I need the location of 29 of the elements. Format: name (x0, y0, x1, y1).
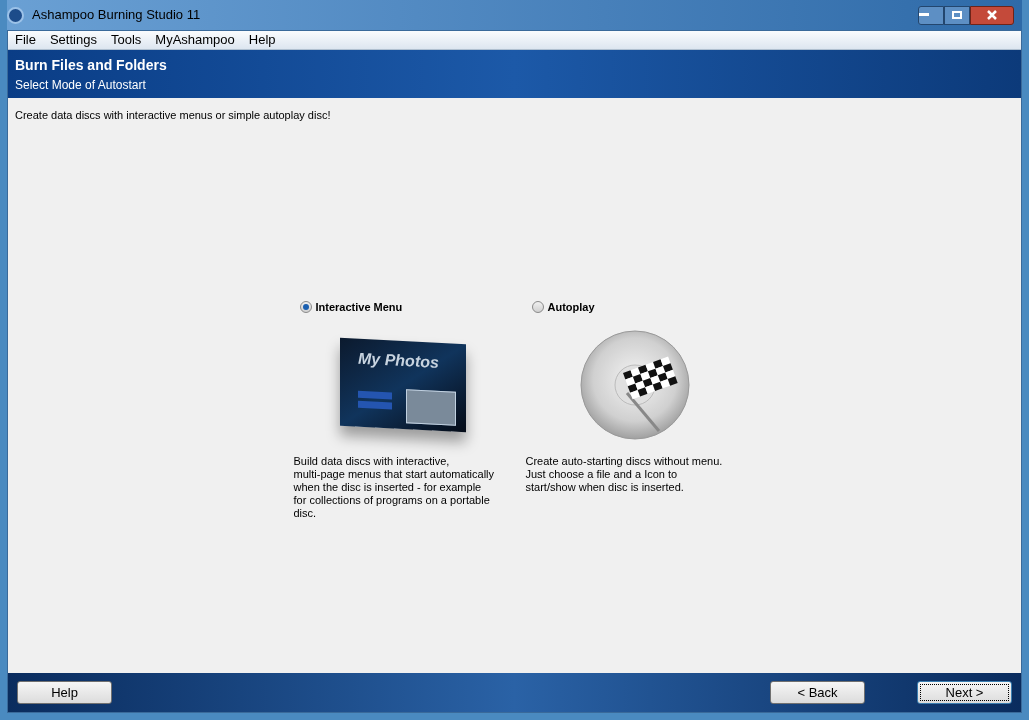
minimize-icon (919, 13, 929, 17)
preview-bars-drawing (357, 390, 392, 411)
menu-item[interactable]: Tools (110, 30, 142, 50)
header-subtitle: Select Mode of Autostart (15, 76, 147, 94)
minimize-button[interactable] (918, 5, 944, 25)
back-button[interactable]: < Back (770, 681, 865, 704)
menu-item[interactable]: Settings (49, 30, 97, 50)
option-label[interactable]: Autoplay (547, 298, 595, 315)
app-icon (7, 6, 24, 24)
option-description: Create auto-starting discs without menu. Just choose a file and a Icon to start/show when disc is inserted. (525, 455, 724, 494)
preview-title: My Photos (357, 348, 439, 373)
header-title: Burn Files and Folders (15, 55, 168, 75)
photo-placeholder (405, 389, 456, 426)
disc-flag-icon (578, 329, 691, 441)
close-icon (987, 10, 997, 20)
option-description: Build data discs with interactive, multi-page menus that start automatically when the disc is inserted - for example for collections of programs on a portable disc. (293, 455, 496, 520)
maximize-icon (952, 11, 962, 19)
radio-button[interactable] (531, 300, 544, 313)
maximize-button[interactable] (944, 5, 970, 25)
next-button[interactable]: Next > (917, 681, 1012, 704)
menu-item[interactable]: File (15, 30, 36, 50)
menu-item[interactable]: Help (248, 30, 276, 50)
option-label[interactable]: Interactive Menu (315, 298, 403, 315)
menu-item[interactable]: MyAshampoo (155, 30, 235, 50)
intro-text: Create data discs with interactive menus or simple autoplay disc! (15, 108, 332, 123)
help-button[interactable]: Help (17, 681, 112, 704)
close-button[interactable] (970, 5, 1014, 25)
window-title: Ashampoo Burning Studio 11 (32, 6, 201, 25)
radio-button[interactable] (299, 300, 312, 313)
